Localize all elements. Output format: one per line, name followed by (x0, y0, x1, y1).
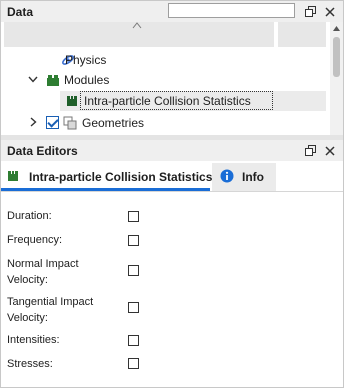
modules-icon (46, 73, 60, 90)
tab-intra-particle-collision-statistics[interactable]: Intra-particle Collision Statistics (1, 163, 213, 191)
float-window-icon[interactable] (302, 1, 318, 22)
editor-tab-strip: Intra-particle Collision Statistics Info (1, 163, 343, 191)
sort-ascending-icon[interactable] (132, 21, 142, 32)
module-item-icon (66, 95, 78, 110)
label-line: Tangential Impact (7, 296, 94, 308)
label-line: Velocity: (7, 312, 48, 324)
module-item-icon (7, 170, 19, 185)
info-icon (220, 169, 234, 186)
tree-item-physics[interactable]: Physics (1, 50, 329, 70)
tree-item-geometries[interactable]: Geometries (1, 113, 329, 133)
close-icon[interactable] (322, 140, 338, 161)
tree-item-label: Geometries (82, 116, 145, 130)
field-label-stresses: Stresses: (7, 358, 53, 370)
field-label-intensities: Intensities: (7, 334, 60, 346)
data-editors-title: Data Editors (7, 143, 78, 158)
data-search-input[interactable] (168, 3, 295, 18)
geometries-visibility-checkbox[interactable] (46, 116, 59, 129)
stresses-checkbox[interactable] (128, 358, 139, 369)
tree-item-label: Physics (65, 53, 107, 67)
close-icon[interactable] (322, 1, 338, 22)
normal-impact-velocity-checkbox[interactable] (128, 265, 139, 276)
frequency-checkbox[interactable] (128, 235, 139, 246)
tab-info[interactable]: Info (212, 163, 276, 191)
field-label-duration: Duration: (7, 210, 52, 222)
data-tree-scrollbar[interactable] (330, 22, 343, 135)
tree-column-header-2[interactable] (278, 22, 326, 47)
float-window-icon[interactable] (302, 140, 318, 161)
tree-item-modules[interactable]: Modules (1, 70, 329, 90)
focus-rectangle (80, 91, 273, 110)
label-line: Velocity: (7, 274, 48, 286)
duration-checkbox[interactable] (128, 211, 139, 222)
intensities-checkbox[interactable] (128, 335, 139, 346)
chevron-right-icon[interactable] (27, 117, 39, 130)
tab-label: Intra-particle Collision Statistics (29, 170, 213, 184)
tree-item-label: Modules (64, 73, 110, 87)
chevron-down-icon[interactable] (27, 74, 39, 86)
scroll-thumb[interactable] (333, 37, 340, 77)
data-panel-title: Data (7, 4, 34, 19)
scroll-up-icon[interactable] (330, 22, 343, 35)
field-label-tangential-impact-velocity: Tangential Impact Velocity: (7, 294, 93, 326)
tab-label: Info (242, 170, 264, 184)
data-editors-header: Data Editors (1, 140, 343, 161)
field-label-frequency: Frequency: (7, 234, 63, 246)
tangential-impact-velocity-checkbox[interactable] (128, 302, 139, 313)
field-label-normal-impact-velocity: Normal Impact Velocity: (7, 256, 79, 288)
geometries-icon (63, 116, 77, 133)
label-line: Normal Impact (7, 258, 79, 270)
